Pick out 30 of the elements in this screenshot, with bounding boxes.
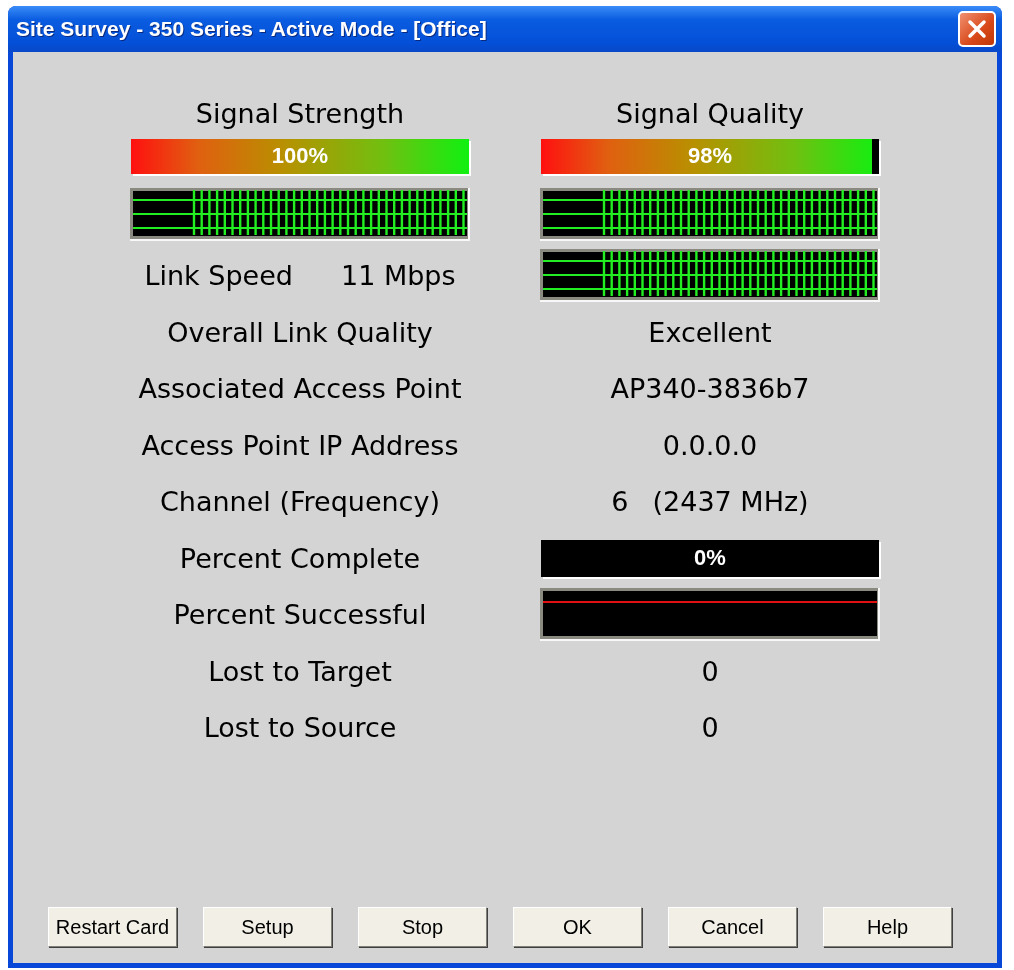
meter-reading: 100%	[271, 143, 329, 169]
close-button[interactable]	[958, 11, 996, 47]
field-label: Overall Link Quality	[167, 316, 433, 348]
dialog-button[interactable]: Stop	[358, 907, 487, 947]
field-value: AP340-3836b7	[610, 373, 810, 405]
field-value: 6	[611, 486, 629, 518]
meter-label: Signal Quality	[616, 97, 804, 129]
field-value: 0	[701, 655, 719, 687]
field-label: Lost to Target	[208, 655, 392, 687]
field-label: Channel (Frequency)	[160, 486, 440, 518]
field-value: 11 Mbps	[340, 259, 456, 291]
field-label: Percent Successful	[173, 599, 427, 631]
field-value: Excellent	[648, 316, 772, 348]
frequency-value: (2437 MHz)	[652, 486, 809, 518]
field-label: Link Speed	[144, 259, 293, 291]
close-icon	[967, 19, 987, 39]
dialog-button[interactable]: Restart Card	[48, 907, 177, 947]
dialog-button[interactable]: Setup	[203, 907, 332, 947]
field-label: Associated Access Point	[138, 373, 462, 405]
meter-label: Signal Strength	[195, 97, 405, 129]
field-value: 0	[701, 712, 719, 744]
dialog-button[interactable]: Help	[823, 907, 952, 947]
field-label: Access Point IP Address	[141, 429, 459, 461]
dialog-button[interactable]: OK	[513, 907, 642, 947]
field-label: Lost to Source	[203, 712, 397, 744]
window-title: Site Survey - 350 Series - Active Mode - [Office]	[16, 17, 487, 41]
meter-reading: 98%	[687, 143, 732, 169]
dialog-button[interactable]: Cancel	[668, 907, 797, 947]
field-label: Percent Complete	[179, 542, 421, 574]
field-value: 0.0.0.0	[662, 429, 758, 461]
